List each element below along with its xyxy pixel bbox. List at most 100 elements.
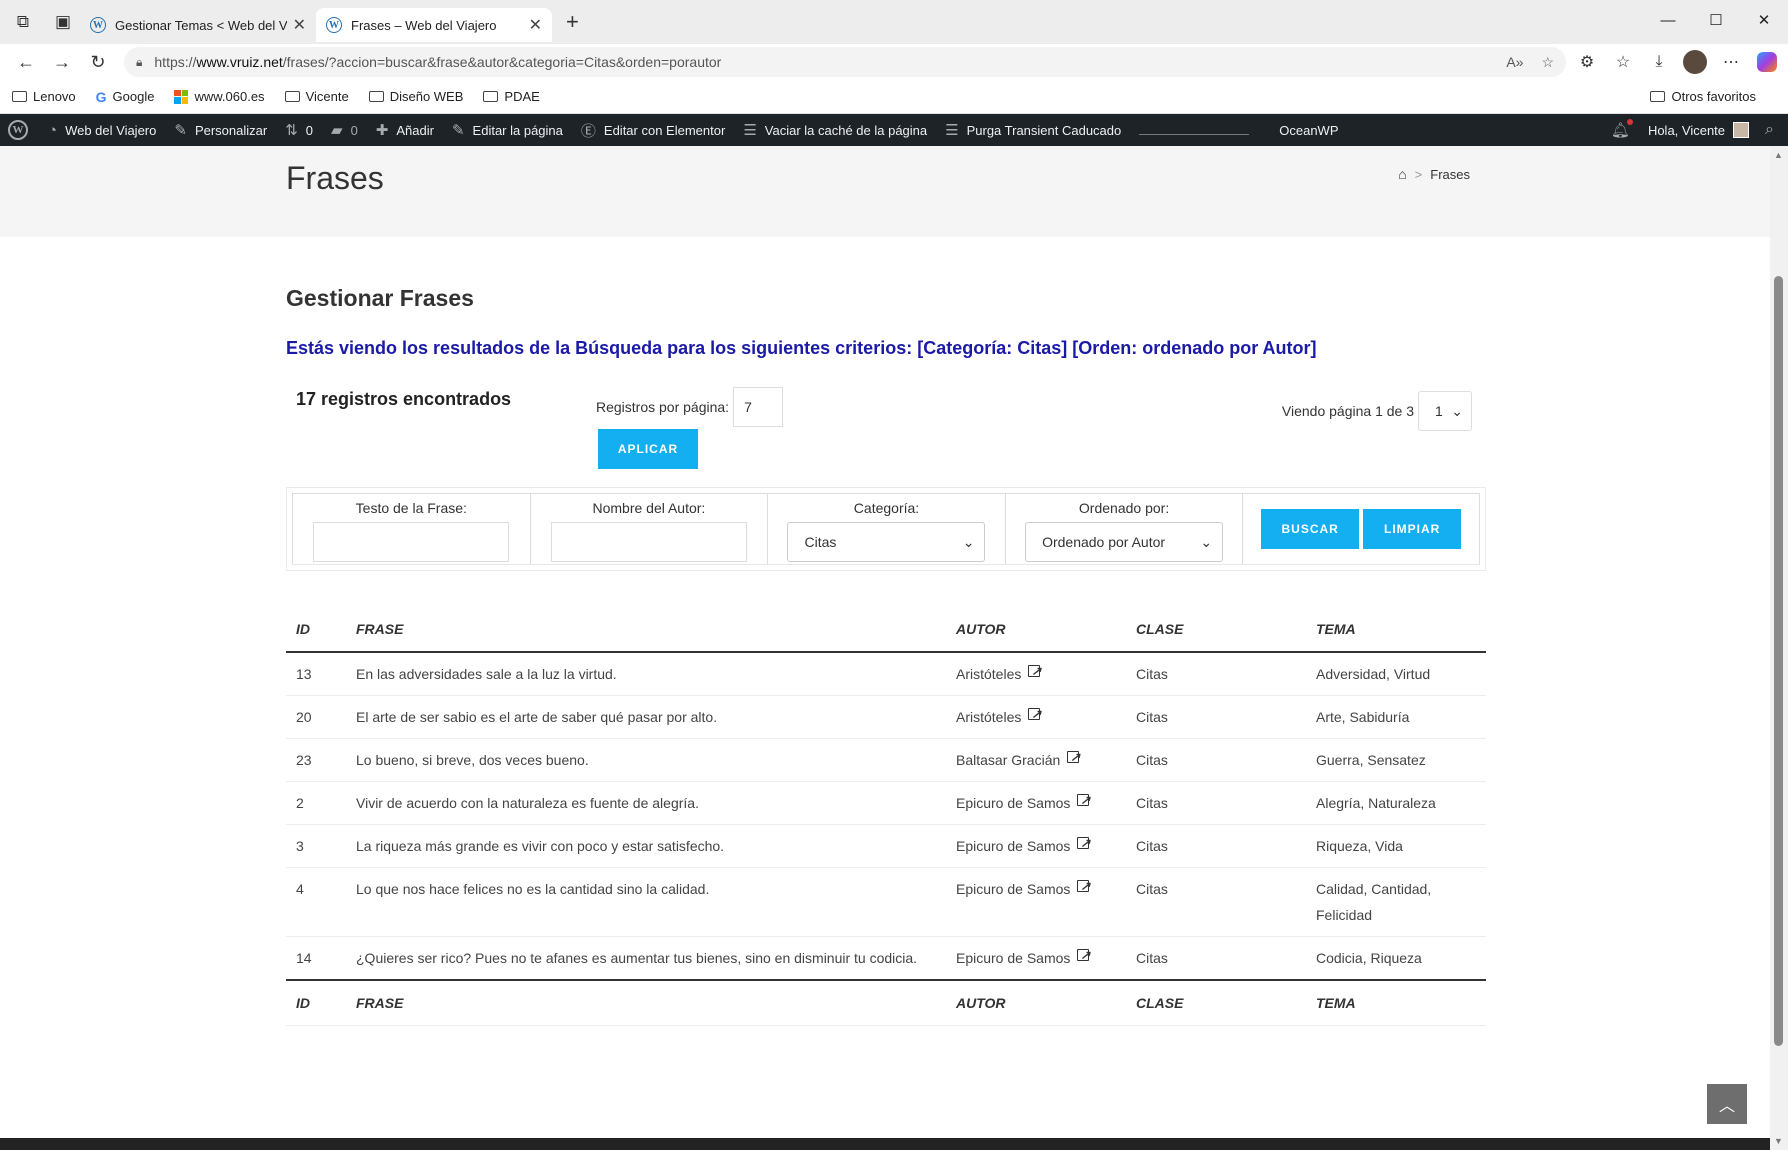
phrase-input[interactable] <box>313 522 510 562</box>
bookmark-vicente[interactable]: Vicente <box>284 89 349 104</box>
external-link-icon[interactable] <box>1077 873 1090 899</box>
cell-author[interactable]: Epicuro de Samos <box>946 867 1126 937</box>
admin-greeting[interactable]: Hola, Vicente <box>1648 123 1725 138</box>
wordpress-logo-icon[interactable]: W <box>8 120 28 140</box>
back-icon[interactable]: ← <box>8 46 44 78</box>
per-page-input[interactable] <box>733 387 784 427</box>
admin-search-icon[interactable]: ⌕ <box>1765 121 1774 139</box>
author-name[interactable]: Epicuro de Samos <box>956 950 1070 966</box>
scrollbar-thumb[interactable] <box>1774 276 1783 1046</box>
downloads-icon[interactable]: ⤓ <box>1646 49 1672 75</box>
clear-button[interactable]: LIMPIAR <box>1363 509 1462 549</box>
cell-phrase: ¿Quieres ser rico? Pues no te afanes es … <box>346 936 946 981</box>
cell-class: Citas <box>1126 936 1306 981</box>
bookmark-label: PDAE <box>504 89 540 104</box>
admin-revisions-link[interactable]: ⇅ 0 <box>285 121 313 139</box>
bookmark-lenovo[interactable]: Lenovo <box>12 89 76 104</box>
order-select[interactable]: Ordenado por Autor ⌄ <box>1025 522 1224 562</box>
page-select[interactable]: 1 ⌄ <box>1418 391 1472 431</box>
author-name[interactable]: Baltasar Gracián <box>956 752 1060 768</box>
external-link-icon[interactable] <box>1077 942 1090 968</box>
bookmark-google[interactable]: G Google <box>96 89 155 105</box>
admin-theme-link[interactable]: OceanWP <box>1279 123 1338 138</box>
column-header-id[interactable]: ID <box>286 607 346 653</box>
folder-icon <box>483 91 499 102</box>
external-link-icon[interactable] <box>1077 830 1090 856</box>
stats-sparkline[interactable] <box>1139 125 1250 135</box>
wordpress-favicon-icon: W <box>90 17 106 33</box>
tab-frases[interactable]: W Frases – Web del Viajero ✕ <box>316 8 552 42</box>
bookmark-060[interactable]: www.060.es <box>174 89 265 104</box>
tab-gestionar-temas[interactable]: W Gestionar Temas < Web del Viajero ✕ <box>80 8 316 42</box>
bookmark-other-favorites[interactable]: Otros favoritos <box>1650 89 1756 104</box>
extensions-icon[interactable]: ⚙ <box>1574 49 1600 75</box>
folder-icon <box>1650 91 1666 102</box>
bookmark-pdae[interactable]: PDAE <box>483 89 540 104</box>
cell-author[interactable]: Epicuro de Samos <box>946 781 1126 825</box>
cell-author[interactable]: Aristóteles <box>946 652 1126 696</box>
cell-author[interactable]: Baltasar Gracián <box>946 738 1126 782</box>
admin-elementor-link[interactable]: Ⓔ Editar con Elementor <box>581 120 725 141</box>
author-name[interactable]: Epicuro de Samos <box>956 838 1070 854</box>
category-select-value: Citas <box>804 534 837 550</box>
external-link-icon[interactable] <box>1028 658 1041 684</box>
forward-icon[interactable]: → <box>44 46 80 78</box>
reload-icon[interactable]: ↻ <box>80 46 116 78</box>
favorites-icon[interactable]: ☆ <box>1610 49 1636 75</box>
cell-author[interactable]: Epicuro de Samos <box>946 824 1126 868</box>
cell-author[interactable]: Aristóteles <box>946 695 1126 739</box>
column-header-author[interactable]: AUTOR <box>946 607 1126 653</box>
column-header-topic[interactable]: TEMA <box>1306 607 1486 653</box>
scroll-to-top-button[interactable]: ︿ <box>1707 1084 1747 1124</box>
admin-purge-label: Purga Transient Caducado <box>966 122 1122 138</box>
chevron-down-icon: ⌄ <box>1200 533 1213 550</box>
author-name[interactable]: Aristóteles <box>956 666 1021 682</box>
microsoft-icon <box>174 89 189 104</box>
external-link-icon[interactable] <box>1028 701 1041 727</box>
workspaces-icon[interactable]: ⧉ <box>6 5 40 39</box>
home-icon[interactable]: ⌂ <box>1398 166 1406 182</box>
close-tab-icon[interactable]: ✕ <box>293 15 306 35</box>
close-window-icon[interactable]: ✕ <box>1740 0 1788 40</box>
scroll-down-icon[interactable]: ▼ <box>1774 1136 1783 1146</box>
bookmark-diseno-web[interactable]: Diseño WEB <box>368 89 464 104</box>
new-tab-icon[interactable]: + <box>566 9 579 35</box>
external-link-icon[interactable] <box>1067 744 1080 770</box>
favorite-star-icon[interactable]: ☆ <box>1541 54 1554 71</box>
profile-avatar[interactable] <box>1682 49 1708 75</box>
admin-clear-cache-link[interactable]: ☰ Vaciar la caché de la página <box>743 121 927 139</box>
bookmark-label: Diseño WEB <box>389 89 464 104</box>
external-link-icon[interactable] <box>1077 787 1090 813</box>
copilot-icon[interactable] <box>1754 49 1780 75</box>
admin-avatar[interactable] <box>1733 122 1750 138</box>
author-input[interactable] <box>550 522 747 562</box>
more-options-icon[interactable]: ⋯ <box>1718 49 1744 75</box>
author-name[interactable]: Epicuro de Samos <box>956 795 1070 811</box>
admin-add-link[interactable]: ✚ Añadir <box>376 121 434 139</box>
page-scrollbar[interactable]: ▲ ▼ <box>1770 146 1788 1150</box>
tab-actions-icon[interactable]: ▣ <box>46 5 80 39</box>
scroll-up-icon[interactable]: ▲ <box>1774 150 1783 160</box>
close-tab-icon[interactable]: ✕ <box>529 15 542 35</box>
minimize-icon[interactable]: — <box>1644 0 1692 40</box>
admin-site-link[interactable]: ◔ Web del Viajero <box>48 122 156 139</box>
column-header-phrase[interactable]: FRASE <box>346 607 946 653</box>
search-button[interactable]: BUSCAR <box>1261 509 1360 549</box>
admin-comments-link[interactable]: ▰ 0 <box>331 121 358 139</box>
admin-purge-link[interactable]: ☰ Purga Transient Caducado <box>945 121 1121 139</box>
notification-bell-icon[interactable]: 🔔︎ <box>1611 119 1633 139</box>
category-select[interactable]: Citas ⌄ <box>787 522 986 562</box>
cell-id: 20 <box>286 695 346 739</box>
admin-edit-page-link[interactable]: ✎ Editar la página <box>452 121 563 139</box>
apply-button[interactable]: APLICAR <box>598 429 698 469</box>
breadcrumb: ⌂ > Frases <box>1398 166 1470 182</box>
maximize-icon[interactable]: ☐ <box>1692 0 1740 40</box>
column-header-class[interactable]: CLASE <box>1126 607 1306 653</box>
author-name[interactable]: Epicuro de Samos <box>956 881 1070 897</box>
author-name[interactable]: Aristóteles <box>956 709 1021 725</box>
url-input[interactable]: 🔒︎ https://www.vruiz.net/frases/?accion=… <box>124 47 1566 77</box>
admin-customize-link[interactable]: ✎ Personalizar <box>174 121 267 139</box>
read-aloud-icon[interactable]: A» <box>1506 54 1523 71</box>
lock-icon[interactable]: 🔒︎ <box>136 55 142 70</box>
cell-author[interactable]: Epicuro de Samos <box>946 936 1126 981</box>
